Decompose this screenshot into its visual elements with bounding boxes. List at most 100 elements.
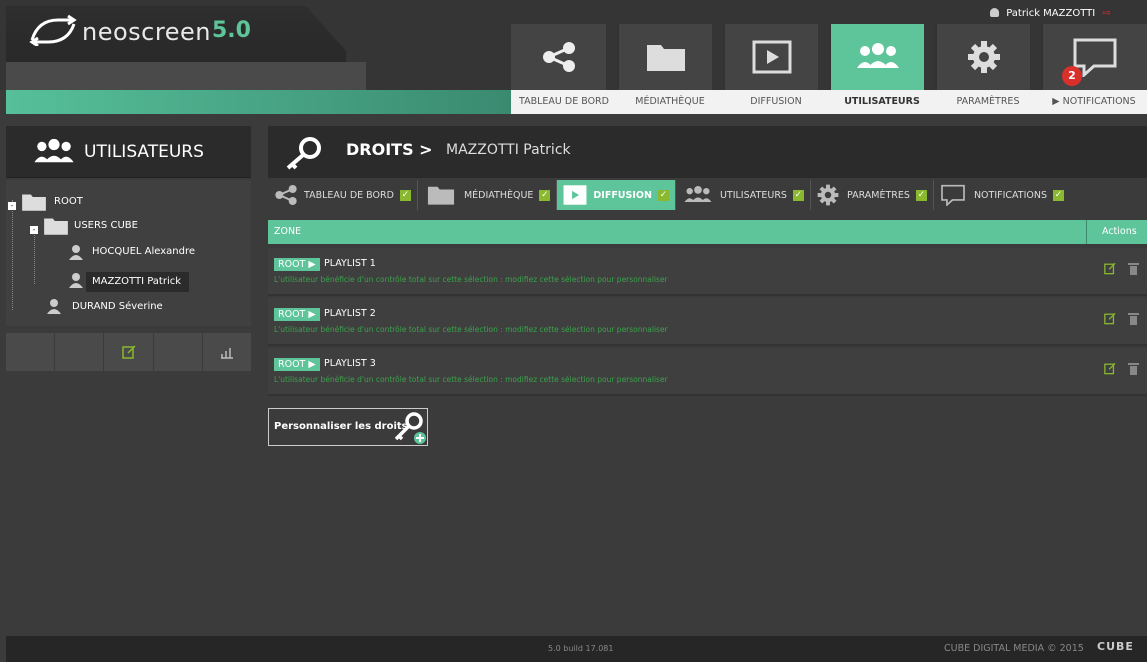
edit-icon[interactable]	[1104, 362, 1116, 375]
user-name: Patrick MAZZOTTI	[1006, 8, 1096, 19]
tab-media[interactable]: MÉDIATHÈQUE ✓	[418, 180, 558, 210]
root-label: ROOT	[278, 309, 306, 320]
toolbar-slot	[154, 333, 203, 371]
check-icon[interactable]: ✓	[792, 189, 804, 201]
users-icon	[34, 138, 74, 163]
rights-user-name: MAZZOTTI Patrick	[446, 142, 571, 158]
accent-bar	[6, 90, 511, 114]
nav-label-media[interactable]: MÉDIATHÈQUE	[617, 90, 723, 114]
tree-item-root[interactable]: ROOT	[54, 196, 83, 207]
collapse-toggle[interactable]: -	[30, 226, 38, 234]
play-icon	[752, 40, 791, 74]
key-icon	[286, 137, 321, 170]
nav-label-diffusion[interactable]: DIFFUSION	[723, 90, 829, 114]
gear-icon	[817, 184, 839, 206]
rights-title: DROITS >	[346, 140, 433, 159]
tree-item-user[interactable]: HOCQUEL Alexandre	[92, 246, 195, 257]
stats-button[interactable]	[203, 333, 251, 371]
build-version: 5.0 build 17.081	[548, 644, 614, 653]
nav-tile-settings[interactable]	[935, 24, 1030, 90]
tab-settings[interactable]: PARAMÈTRES ✓	[811, 180, 934, 210]
nav-tile-media[interactable]	[617, 24, 712, 90]
edit-button[interactable]	[104, 333, 154, 371]
logout-icon[interactable]: ⇨	[1102, 8, 1110, 19]
nav-tile-notifications[interactable]	[1041, 24, 1147, 90]
folder-icon	[646, 45, 685, 71]
root-badge: ROOT ▶	[274, 358, 320, 371]
folder-icon	[44, 218, 68, 235]
folder-icon	[427, 186, 454, 205]
col-actions: Actions	[1102, 226, 1137, 237]
tree-item-user[interactable]: DURAND Séverine	[72, 301, 163, 312]
copyright: CUBE DIGITAL MEDIA © 2015	[944, 643, 1084, 654]
playlist-name: PLAYLIST 3	[324, 358, 376, 369]
nav-label-dashboard[interactable]: TABLEAU DE BORD	[511, 90, 617, 114]
brand-logo: CUBE	[1097, 640, 1134, 653]
logo-text: neoscreen	[82, 18, 211, 46]
tab-label: UTILISATEURS	[719, 189, 787, 201]
toolbar-slot	[55, 333, 105, 371]
user-icon	[69, 245, 83, 260]
header-graybar	[6, 62, 366, 90]
user-icon	[990, 8, 999, 17]
left-panel-title: UTILISATEURS	[84, 142, 204, 162]
nav-tile-users[interactable]	[829, 24, 924, 90]
root-badge: ROOT ▶	[274, 258, 320, 271]
trash-icon[interactable]	[1128, 312, 1139, 325]
row-message: L'utilisateur bénéficie d'un contrôle to…	[274, 275, 668, 284]
nav-labels: TABLEAU DE BORD MÉDIATHÈQUE DIFFUSION UT…	[511, 90, 1147, 114]
trash-icon[interactable]	[1128, 262, 1139, 275]
root-label: ROOT	[278, 259, 306, 270]
nav-label-settings[interactable]: PARAMÈTRES	[935, 90, 1041, 114]
root-badge: ROOT ▶	[274, 308, 320, 321]
tab-diffusion[interactable]: DIFFUSION ✓	[557, 180, 676, 210]
table-row: ROOT ▶ PLAYLIST 2 L'utilisateur bénéfici…	[268, 298, 1147, 346]
folder-icon	[22, 194, 46, 211]
logo-icon	[29, 14, 77, 46]
tab-label: TABLEAU DE BORD	[304, 189, 394, 201]
tree-item-user-selected[interactable]: MAZZOTTI Patrick	[92, 276, 181, 287]
share-icon	[542, 42, 575, 72]
user-icon	[69, 273, 83, 288]
tab-label: DIFFUSION	[593, 189, 652, 201]
toolbar-slot	[6, 333, 56, 371]
notification-badge: 2	[1062, 66, 1082, 86]
left-toolbar	[6, 333, 251, 371]
nav-label-notifications-text: NOTIFICATIONS	[1062, 96, 1136, 107]
playlist-name: PLAYLIST 1	[324, 258, 376, 269]
table-header: ZONE Actions	[268, 220, 1147, 244]
check-icon[interactable]: ✓	[1053, 189, 1065, 201]
users-icon	[856, 43, 899, 68]
collapse-toggle[interactable]: -	[8, 202, 16, 210]
edit-icon[interactable]	[1104, 262, 1116, 275]
tab-dashboard[interactable]: TABLEAU DE BORD ✓	[268, 180, 418, 210]
row-message: L'utilisateur bénéficie d'un contrôle to…	[274, 325, 668, 334]
edit-icon	[121, 345, 136, 359]
check-icon[interactable]: ✓	[539, 189, 551, 201]
nav-tile-diffusion[interactable]	[723, 24, 818, 90]
tab-notifications[interactable]: NOTIFICATIONS ✓	[934, 180, 1070, 210]
check-icon[interactable]: ✓	[399, 189, 411, 201]
nav-label-users[interactable]: UTILISATEURS	[829, 90, 935, 114]
playlist-name: PLAYLIST 2	[324, 308, 376, 319]
logo-version: 5.0	[212, 18, 251, 43]
edit-icon[interactable]	[1104, 312, 1116, 325]
chat-icon	[941, 184, 965, 206]
users-icon	[684, 186, 712, 203]
user-bar[interactable]: Patrick MAZZOTTI ⇨	[990, 8, 1140, 24]
tab-users[interactable]: UTILISATEURS ✓	[676, 180, 811, 210]
nav-label-notifications[interactable]: ▶ NOTIFICATIONS	[1041, 90, 1147, 114]
col-zone: ZONE	[274, 226, 302, 237]
check-icon[interactable]: ✓	[915, 189, 927, 201]
tree-item-users-cube[interactable]: USERS CUBE	[74, 220, 138, 231]
share-icon	[275, 185, 297, 205]
nav-tile-dashboard[interactable]	[511, 24, 606, 90]
user-icon	[47, 299, 61, 314]
table-row: ROOT ▶ PLAYLIST 1 L'utilisateur bénéfici…	[268, 248, 1147, 296]
table-row: ROOT ▶ PLAYLIST 3 L'utilisateur bénéfici…	[268, 348, 1147, 396]
play-icon	[563, 185, 587, 205]
check-icon[interactable]: ✓	[657, 189, 669, 201]
gear-icon	[967, 41, 1000, 73]
trash-icon[interactable]	[1128, 362, 1139, 375]
user-tree: - ROOT - USERS CUBE HOCQUEL Alexandre MA…	[6, 180, 251, 326]
